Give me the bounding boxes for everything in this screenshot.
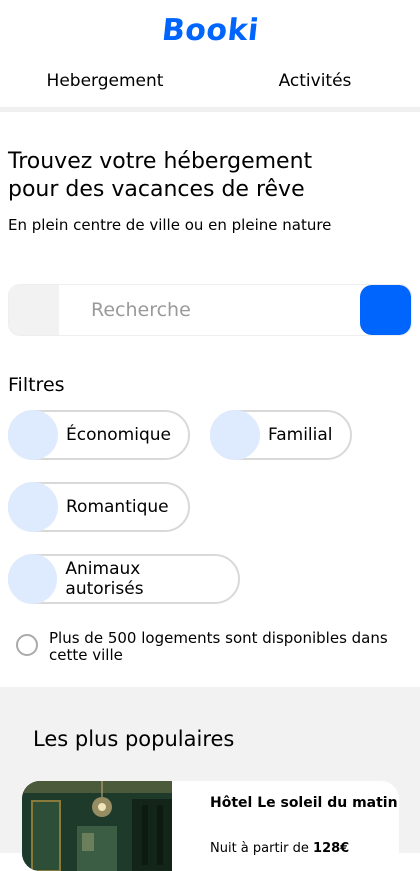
main-nav: Hebergement Activités <box>0 60 420 112</box>
filter-chips: Économique Familial Romantique Animaux a… <box>8 410 408 604</box>
hero-section: Trouvez votre hébergement pour des vacan… <box>0 112 420 234</box>
hotel-price: Nuit à partir de 128€ <box>210 841 398 856</box>
hero-title-line2: pour des vacances de rêve <box>8 177 305 202</box>
hotel-image <box>22 781 172 871</box>
nav-hebergement[interactable]: Hebergement <box>0 60 210 107</box>
hotel-name: Hôtel Le soleil du matin <box>210 795 398 811</box>
filter-chip-familial[interactable]: Familial <box>210 410 352 460</box>
price-prefix: Nuit à partir de <box>210 841 314 856</box>
availability-info: Plus de 500 logements sont disponibles d… <box>16 630 420 664</box>
chip-icon <box>210 410 260 460</box>
chip-label: Animaux autorisés <box>65 559 144 599</box>
hotel-card[interactable]: Hôtel Le soleil du matin Nuit à partir d… <box>22 781 399 871</box>
price-value: 128€ <box>313 841 350 856</box>
filter-chip-romantique[interactable]: Romantique <box>8 482 190 532</box>
search-bar <box>8 284 412 336</box>
chip-icon <box>8 410 58 460</box>
info-icon <box>16 634 38 656</box>
header: Booki <box>0 0 420 60</box>
chip-label: Économique <box>66 425 171 445</box>
hero-subtitle: En plein centre de ville ou en pleine na… <box>8 216 332 234</box>
filter-chip-animaux[interactable]: Animaux autorisés <box>8 554 240 604</box>
popular-section: Les plus populaires Hôtel Le soleil du m… <box>0 687 420 871</box>
chip-label: Familial <box>268 425 333 445</box>
hotel-card-body: Hôtel Le soleil du matin Nuit à partir d… <box>172 781 398 871</box>
chip-label: Romantique <box>66 497 169 517</box>
search-input[interactable] <box>59 285 360 335</box>
hotel-photo-illustration <box>22 781 172 871</box>
search-button[interactable] <box>360 285 411 335</box>
hero-title: Trouvez votre hébergement pour des vacan… <box>8 148 412 204</box>
filter-chip-economique[interactable]: Économique <box>8 410 190 460</box>
chip-icon <box>8 554 58 604</box>
hero-title-line1: Trouvez votre hébergement <box>8 149 313 174</box>
popular-title: Les plus populaires <box>33 727 235 751</box>
booki-logo[interactable]: Booki <box>160 13 261 48</box>
chip-icon <box>8 482 58 532</box>
filters-title: Filtres <box>8 374 65 396</box>
search-location-icon <box>9 285 59 335</box>
availability-text: Plus de 500 logements sont disponibles d… <box>49 629 388 664</box>
nav-activites[interactable]: Activités <box>210 60 420 107</box>
